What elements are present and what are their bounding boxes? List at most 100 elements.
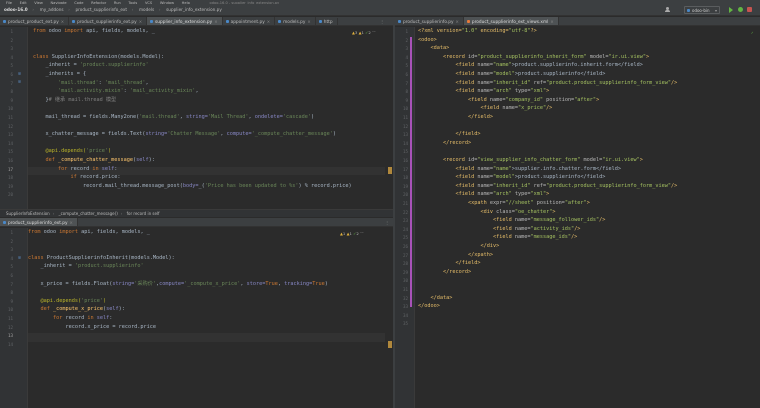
line-number[interactable]: 6 [0,273,13,278]
editor-bottom-left[interactable]: ▲1 ▲1 ✓2 ˄˅ ⊙ from odoo import api, fiel… [0,228,393,408]
line-number[interactable]: 17 [395,167,408,172]
line-number[interactable]: 12 [0,325,13,330]
close-icon[interactable]: × [307,19,310,24]
line-number[interactable]: 18 [0,175,13,180]
run-configuration-select[interactable]: odoo-bin ▾ [684,6,720,14]
breadcrumb-project[interactable]: odoo-16.0 [4,4,28,16]
overrides-icon[interactable]: ⊙ [18,79,24,85]
line-number[interactable]: 3 [0,46,13,51]
line-number[interactable]: 4 [0,55,13,60]
tab-http[interactable]: http [316,18,338,25]
line-number[interactable]: 8 [395,89,408,94]
line-number[interactable]: 10 [0,106,13,111]
breadcrumb-folder[interactable]: my_addons [40,4,64,16]
implemented-icon[interactable]: ⊙ [18,71,24,77]
tab-supplierinfo-ext-views[interactable]: product_supplierinfo_ext_views.xml × [463,17,559,25]
editor-right[interactable]: ✓ <?xml version="1.0" encoding="utf-8"?>… [395,27,760,408]
tab-appointment[interactable]: appointment.py × [223,17,276,25]
line-number[interactable]: 25 [395,235,408,240]
line-number[interactable]: 16 [0,158,13,163]
line-number[interactable]: 9 [395,98,408,103]
line-number[interactable]: 5 [0,63,13,68]
line-number[interactable]: 21 [395,201,408,206]
line-number[interactable]: 12 [0,124,13,129]
close-icon[interactable]: × [214,19,217,24]
line-number[interactable]: 23 [395,218,408,223]
more-tabs-icon[interactable]: ⋮ [380,19,384,24]
line-number[interactable]: 11 [395,115,408,120]
change-marker[interactable] [410,37,412,307]
line-number[interactable]: 33 [395,304,408,309]
line-number[interactable]: 32 [395,296,408,301]
stop-icon[interactable] [747,7,752,12]
tab-product-supplierinfo[interactable]: product_supplierinfo.py × [395,17,464,25]
line-number[interactable]: 10 [0,307,13,312]
line-number[interactable]: 10 [395,106,408,111]
breadcrumb-method[interactable]: _compute_chatter_message() [59,211,118,216]
breadcrumb-class[interactable]: SupplierInfoExtension [6,211,50,216]
line-number[interactable]: 34 [395,313,408,318]
line-number[interactable]: 2 [0,239,13,244]
line-number[interactable]: 26 [395,244,408,249]
inspection-widget[interactable]: ▲3 ▲1 ✓2 ˄˅ [352,30,376,35]
line-number[interactable]: 13 [0,132,13,137]
line-number[interactable]: 19 [395,184,408,189]
line-number[interactable]: 6 [0,72,13,77]
line-number[interactable]: 31 [395,287,408,292]
tab-supplier-info-extension[interactable]: supplier_info_extension.py × [147,17,223,25]
line-number[interactable]: 3 [0,247,13,252]
line-number[interactable]: 17 [0,167,13,172]
line-number[interactable]: 18 [395,175,408,180]
user-icon[interactable] [664,7,672,13]
line-number[interactable]: 13 [395,132,408,137]
breadcrumb-module[interactable]: product_supplierinfo_ext [75,4,127,16]
debug-icon[interactable] [738,7,743,12]
inspection-widget[interactable]: ▲1 ▲1 ✓2 ˄˅ [340,231,364,236]
line-number[interactable]: 2 [395,38,408,43]
line-number[interactable]: 24 [395,227,408,232]
line-number[interactable]: 15 [0,149,13,154]
line-number[interactable]: 1 [0,230,13,235]
line-number[interactable]: 12 [395,124,408,129]
line-number[interactable]: 28 [395,261,408,266]
close-icon[interactable]: × [267,19,270,24]
scrollbar-marker[interactable] [388,341,392,348]
breadcrumb-file[interactable]: supplier_info_extension.py [166,4,222,16]
line-number[interactable]: 3 [395,46,408,51]
scrollbar-marker[interactable] [388,167,392,174]
line-number[interactable]: 27 [395,253,408,258]
line-number[interactable]: 1 [395,29,408,34]
line-number[interactable]: 35 [395,321,408,326]
line-number[interactable]: 14 [395,141,408,146]
line-number[interactable]: 16 [395,158,408,163]
line-number[interactable]: 5 [395,63,408,68]
tab-product-supplierinfo-ext-bottom[interactable]: product_supplierinfo_ext.py × [0,218,78,226]
line-number[interactable]: 14 [0,141,13,146]
line-number[interactable]: 7 [395,81,408,86]
line-number[interactable]: 22 [395,210,408,215]
line-number[interactable]: 20 [0,192,13,197]
tab-models[interactable]: models.py × [275,17,316,25]
line-number[interactable]: 11 [0,115,13,120]
breadcrumb-statement[interactable]: for record in self [127,211,160,216]
close-icon[interactable]: × [139,19,142,24]
overrides-icon[interactable]: ⊙ [18,255,24,261]
close-icon[interactable]: × [61,19,64,24]
line-number[interactable]: 1 [0,29,13,34]
line-number[interactable]: 8 [0,290,13,295]
line-number[interactable]: 5 [0,264,13,269]
line-number[interactable]: 20 [395,192,408,197]
line-number[interactable]: 7 [0,282,13,287]
close-icon[interactable]: × [456,19,459,24]
line-number[interactable]: 6 [395,72,408,77]
line-number[interactable]: 8 [0,89,13,94]
line-number[interactable]: 2 [0,38,13,43]
close-icon[interactable]: × [550,19,553,24]
run-icon[interactable] [729,7,733,13]
editor-top-left[interactable]: ▲3 ▲1 ✓2 ˄˅ ⊙ ⊙ from odoo import api, fi… [0,27,393,209]
line-number[interactable]: 29 [395,270,408,275]
line-number[interactable]: 15 [395,149,408,154]
tab-product-supplierinfo-ext[interactable]: product_supplierinfo_ext.py × [69,17,148,25]
more-tabs-icon[interactable]: ⋮ [385,220,389,225]
line-number[interactable]: 9 [0,98,13,103]
